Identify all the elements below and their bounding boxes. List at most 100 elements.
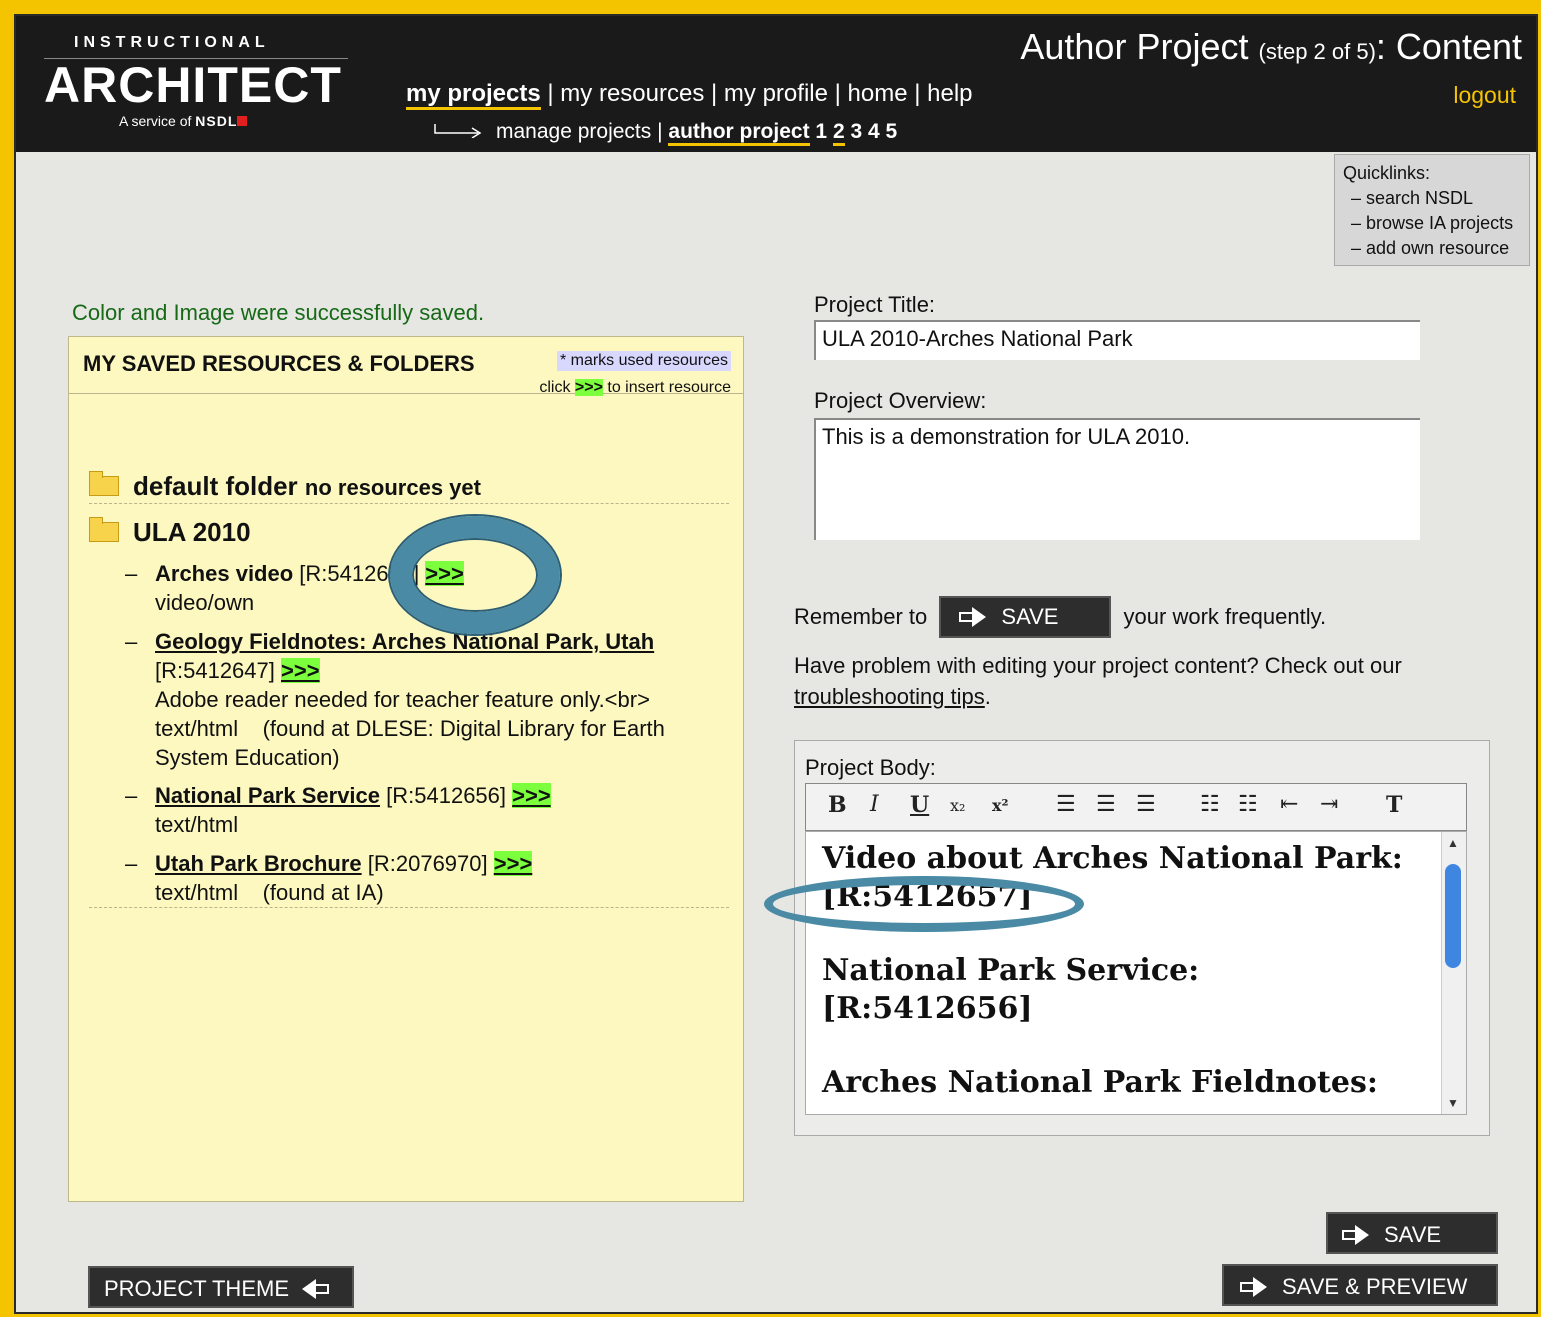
nav-home[interactable]: home [848,80,908,107]
step-1[interactable]: 1 [815,120,827,143]
reminder-prefix: Remember to [794,604,928,629]
resource-item: – National Park Service [R:5412656] >>> … [125,781,725,839]
folder-icon [89,471,119,496]
quicklink-add-resource[interactable]: – add own resource [1343,236,1521,261]
superscript-icon[interactable]: x² [992,796,1009,815]
bullet-list-icon[interactable]: ☷ [1200,792,1220,817]
insert-table-icon[interactable]: T [1386,792,1402,818]
resource-title[interactable]: National Park Service [155,783,380,808]
hint-suffix: to insert resource [607,379,731,396]
save-preview-label: SAVE & PREVIEW [1282,1274,1468,1299]
help-sentence: Have problem with editing your project c… [794,653,1402,678]
insert-resource-button[interactable]: >>> [493,851,533,876]
quicklink-search-nsdl[interactable]: – search NSDL [1343,186,1521,211]
hint-prefix: click [539,379,571,396]
page-title: Author Project (step 2 of 5): Content [1020,26,1522,68]
resource-id: [R:5412647] [155,658,275,683]
scroll-up-icon[interactable]: ▲ [1447,836,1459,850]
arrow-right-icon [1342,1225,1370,1245]
arrow-right-icon [1240,1277,1268,1297]
nsdl-logo: NSDL [195,113,248,129]
scroll-thumb[interactable] [1445,864,1461,968]
project-body-panel: Project Body: B I U x₂ x² ☰ ☰ ☰ ☷ ☷ ⇤ ⇥ … [794,740,1490,1136]
title-label: Project Title: [814,292,936,317]
step-5[interactable]: 5 [886,120,898,143]
editor-line: Arches National Park Fieldnotes: [822,1065,1378,1100]
quicklinks-title: Quicklinks: [1343,163,1431,183]
resource-id: [R:5412657] [299,561,420,586]
align-left-icon[interactable]: ☰ [1056,792,1076,817]
scroll-down-icon[interactable]: ▼ [1447,1096,1459,1110]
insert-resource-button[interactable]: >>> [425,561,464,586]
status-message: Color and Image were successfully saved. [72,300,485,325]
outdent-icon[interactable]: ⇤ [1280,792,1298,817]
nav-help[interactable]: help [927,80,972,107]
inline-save-label: SAVE [1001,604,1059,629]
save-preview-button[interactable]: SAVE & PREVIEW [1222,1264,1498,1306]
body-label: Project Body: [805,755,936,780]
editor-paragraph: Arches National Park Fieldnotes: [822,1064,1432,1102]
project-title-input[interactable]: ULA 2010-Arches National Park [814,320,1420,360]
panel-header: MY SAVED RESOURCES & FOLDERS * marks use… [69,337,743,396]
divider [89,907,729,908]
resource-title[interactable]: Geology Fieldnotes: Arches National Park… [155,629,654,654]
editor-scrollbar[interactable]: ▲ ▼ [1441,832,1466,1114]
app-frame: INSTRUCTIONAL ARCHITECT A service of NSD… [14,14,1538,1314]
title-suffix: : Content [1375,26,1522,67]
project-theme-button[interactable]: PROJECT THEME [88,1266,354,1308]
editor-line: [R:5412656] [822,991,1033,1026]
logout-link[interactable]: logout [1453,82,1516,109]
bullet: – [125,851,138,876]
folder-name: default folder [133,471,298,501]
step-2[interactable]: 2 [832,120,845,146]
panel-title: MY SAVED RESOURCES & FOLDERS [83,351,475,376]
insert-resource-button[interactable]: >>> [281,658,320,683]
bold-icon[interactable]: B [828,792,847,818]
resource-meta: video/own [155,590,255,615]
insert-resource-button[interactable]: >>> [512,783,551,808]
editor-paragraph: Video about Arches National Park: [R:5412… [822,840,1432,916]
underline-icon[interactable]: U [910,792,929,818]
logo-service: A service of NSDL [119,113,348,129]
troubleshooting-link[interactable]: troubleshooting tips [794,684,985,709]
bullet: – [125,629,138,654]
quicklink-browse-projects[interactable]: – browse IA projects [1343,211,1521,236]
resource-item: – Arches video [R:5412657] >>> video/own [125,559,725,617]
logo-big-text: ARCHITECT [44,57,342,113]
italic-icon[interactable]: I [870,792,879,817]
editor-paragraph: National Park Service: [R:5412656] [822,952,1432,1028]
nav-my-profile[interactable]: my profile [724,80,828,107]
folder-default[interactable]: default folder no resources yet [89,471,481,502]
indent-icon[interactable]: ⇥ [1320,792,1338,817]
resource-id: [R:5412656] [386,783,507,808]
subscript-icon[interactable]: x₂ [950,796,965,815]
step-3[interactable]: 3 [850,120,862,143]
folder-name: ULA 2010 [133,517,251,547]
subnav-author-project[interactable]: author project [668,120,810,146]
subnav-manage-projects[interactable]: manage projects [496,120,651,143]
title-step: (step 2 of 5) [1258,39,1376,64]
folder-ula-2010[interactable]: ULA 2010 [89,517,251,548]
hint-arrow: >>> [574,379,603,396]
step-4[interactable]: 4 [868,120,880,143]
divider [89,503,729,504]
project-body-editor[interactable]: Video about Arches National Park: [R:5412… [805,831,1467,1115]
resource-meta: text/html (found at DLESE: Digital Libra… [155,716,672,770]
project-overview-textarea[interactable]: This is a demonstration for ULA 2010. [814,418,1420,540]
logo[interactable]: INSTRUCTIONAL ARCHITECT A service of NSD… [44,34,348,129]
arrow-left-icon [299,1279,329,1299]
inline-save-button[interactable]: SAVE [939,596,1112,638]
align-right-icon[interactable]: ☰ [1136,792,1156,817]
logo-small-text: INSTRUCTIONAL [74,34,270,51]
resource-title[interactable]: Utah Park Brochure [155,851,362,876]
resource-meta: text/html (found at IA) [155,880,384,905]
save-button[interactable]: SAVE [1326,1212,1498,1254]
nav-my-resources[interactable]: my resources [560,80,704,107]
nav-my-projects[interactable]: my projects [406,80,541,110]
resource-title[interactable]: Arches video [155,561,293,586]
nsdl-mark [237,116,248,126]
editor-line: [R:5412657] [822,879,1033,914]
align-center-icon[interactable]: ☰ [1096,792,1116,817]
numbered-list-icon[interactable]: ☷ [1238,792,1258,817]
resource-id: [R:2076970] [367,851,488,876]
